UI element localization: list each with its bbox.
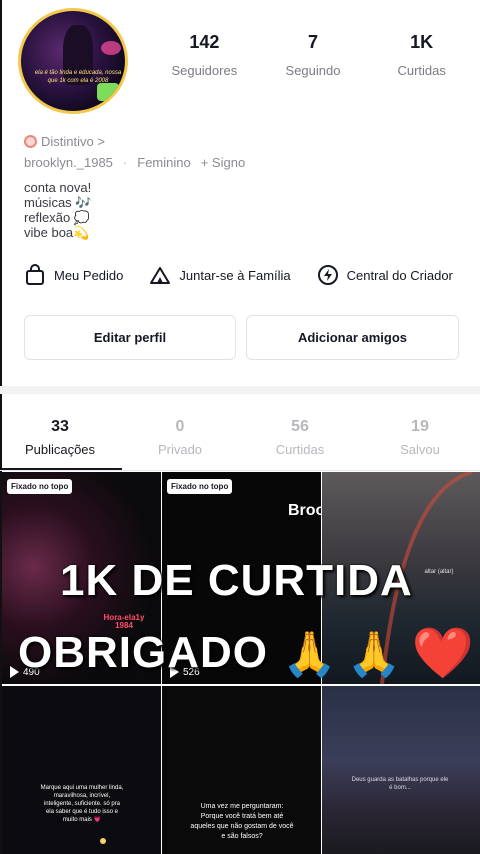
tab-count: 0 xyxy=(175,418,185,435)
pinned-badge: Fixado no topo xyxy=(7,479,73,494)
bio-line: conta nova! xyxy=(24,180,92,195)
profile-meta: brooklyn._1985 · Feminino + Signo xyxy=(24,155,245,170)
overlay-title: 1K DE CURTIDA xyxy=(60,556,413,605)
video-thumbnail[interactable]: Marque aqui uma mulher linda, maravilhos… xyxy=(2,686,161,854)
my-orders-label: Meu Pedido xyxy=(54,267,124,283)
thumbnail-caption: Broo xyxy=(288,502,321,519)
bio: conta nova! músicas 🎶 reflexão 💭 vibe bo… xyxy=(24,180,91,240)
family-tent-icon xyxy=(149,264,171,286)
badge-link[interactable]: Distintivo > xyxy=(24,134,105,149)
stat-value: 7 xyxy=(308,32,319,52)
stat-likes[interactable]: 1K Curtidas xyxy=(367,32,476,78)
praying-hands-icon: 🙏 xyxy=(346,629,402,679)
camera-icon xyxy=(97,83,119,101)
tab-label: Privado xyxy=(157,442,203,457)
bio-line: músicas 🎶 xyxy=(24,195,92,210)
meta-separator: · xyxy=(122,155,128,170)
thumbnail-caption: Deus guarda as batalhas porque ele é bom… xyxy=(351,777,449,791)
action-bar: Meu Pedido Juntar-se à Família Central d… xyxy=(24,264,480,286)
shopping-bag-icon xyxy=(24,264,46,286)
edit-profile-button[interactable]: Editar perfil xyxy=(24,315,236,360)
stat-label: Curtidas xyxy=(397,63,446,78)
overlay-emojis: 🙏 🙏 ❤️ xyxy=(282,624,474,683)
creator-center-label: Central do Criador xyxy=(346,267,453,283)
overlay-subtitle: OBRIGADO xyxy=(18,628,268,677)
section-divider xyxy=(0,386,480,394)
join-family-label: Juntar-se à Família xyxy=(179,267,291,283)
light-dot xyxy=(100,838,106,844)
avatar[interactable]: ela é tão linda e educada, nossa que 1k … xyxy=(18,8,128,114)
badge-icon xyxy=(24,135,37,148)
heart-icon: ❤️ xyxy=(411,625,474,681)
pinned-badge: Fixado no topo xyxy=(167,479,233,494)
stat-value: 1K xyxy=(410,32,434,52)
tab-label: Salvou xyxy=(400,442,440,457)
stat-following[interactable]: 7 Seguindo xyxy=(259,32,368,78)
tab-label: Curtidas xyxy=(275,442,325,457)
my-orders-link[interactable]: Meu Pedido xyxy=(24,264,123,286)
stat-label: Seguidores xyxy=(171,63,238,78)
tab-count: 33 xyxy=(51,418,69,435)
stat-label: Seguindo xyxy=(285,63,341,78)
creator-center-link[interactable]: Central do Criador xyxy=(317,264,453,286)
tab-count: 19 xyxy=(411,418,429,435)
sign-tag[interactable]: + Signo xyxy=(201,155,245,170)
add-friends-button[interactable]: Adicionar amigos xyxy=(246,315,459,360)
thumbnail-caption: altar (altar) xyxy=(424,569,454,575)
profile-stats: 142 Seguidores 7 Seguindo 1K Curtidas xyxy=(150,32,476,78)
thumbnail-caption: Marque aqui uma mulher linda, maravilhos… xyxy=(40,785,124,823)
gender-tag[interactable]: Feminino xyxy=(137,155,190,170)
video-thumbnail[interactable]: Deus guarda as batalhas porque ele é bom… xyxy=(322,686,480,854)
bio-line: vibe boa💫 xyxy=(24,225,90,240)
username: brooklyn._1985 xyxy=(24,155,113,170)
tab-posts[interactable]: 33 Publicações xyxy=(0,418,120,457)
tab-count: 56 xyxy=(291,418,309,435)
avatar-glow xyxy=(101,41,121,55)
bio-line: reflexão 💭 xyxy=(24,210,91,225)
avatar-caption: ela é tão linda e educada, nossa que 1k … xyxy=(34,70,122,84)
profile-tabs: 33 Publicações 0 Privado 56 Curtidas 19 … xyxy=(0,418,480,457)
tab-separator xyxy=(0,470,480,471)
stat-value: 142 xyxy=(189,32,220,52)
creator-bolt-icon xyxy=(317,264,339,286)
tab-liked[interactable]: 56 Curtidas xyxy=(240,418,360,457)
video-thumbnail[interactable]: Uma vez me perguntaram: Porque você trat… xyxy=(162,686,321,854)
join-family-link[interactable]: Juntar-se à Família xyxy=(149,264,291,286)
badge-label: Distintivo > xyxy=(41,134,105,149)
tab-saved[interactable]: 19 Salvou xyxy=(360,418,480,457)
stat-followers[interactable]: 142 Seguidores xyxy=(150,32,259,78)
tab-label: Publicações xyxy=(24,442,96,457)
thumbnail-caption: Uma vez me perguntaram: Porque você trat… xyxy=(190,803,294,840)
tab-private[interactable]: 0 Privado xyxy=(120,418,240,457)
praying-hands-icon: 🙏 xyxy=(282,629,337,679)
